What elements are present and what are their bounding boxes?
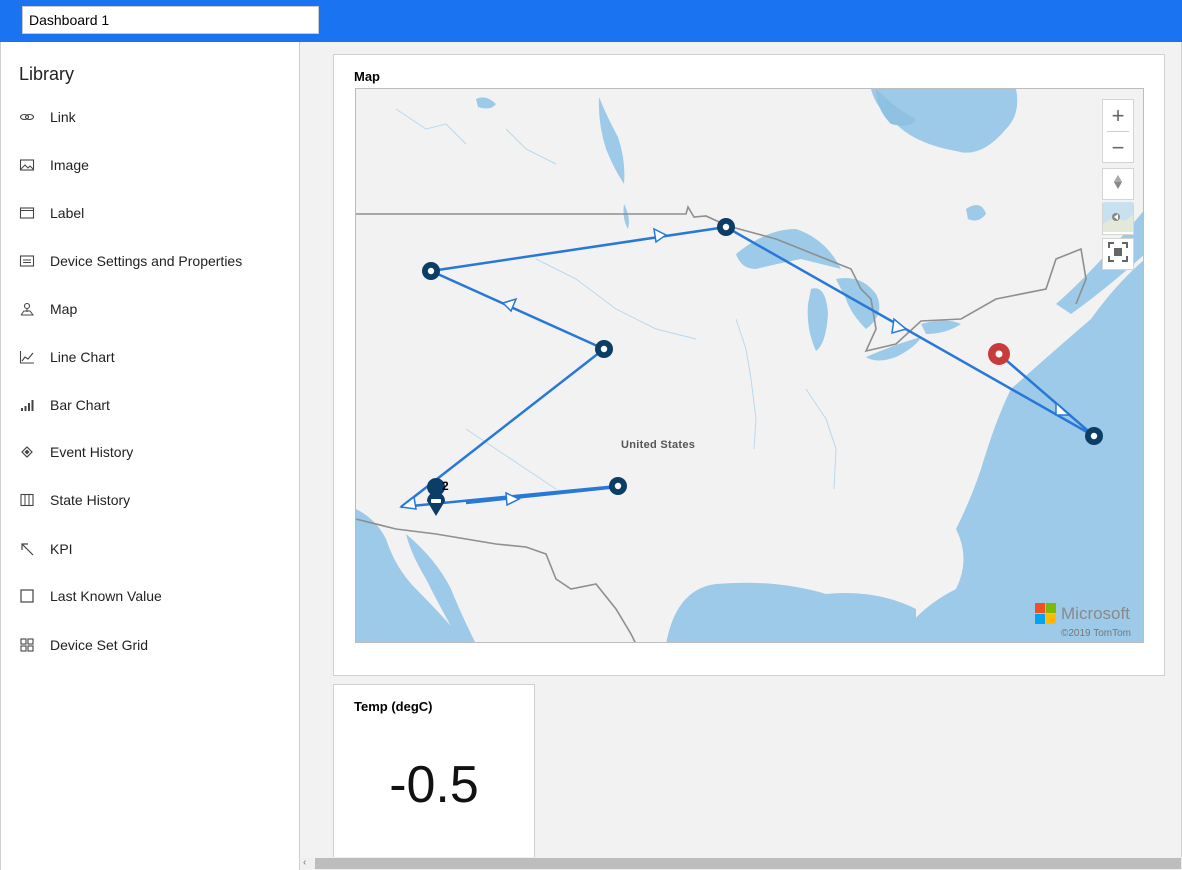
scroll-left-arrow[interactable]: ‹ [303, 857, 306, 868]
zoom-control: + − [1102, 99, 1134, 163]
library-item-label: Map [50, 301, 78, 317]
scroll-thumb[interactable] [315, 858, 1181, 869]
link-icon [19, 109, 35, 125]
library-item-kpi[interactable]: KPI [19, 537, 289, 561]
route-arrow [653, 227, 668, 244]
route-segment [725, 225, 1095, 438]
map-style-icon [1103, 201, 1133, 237]
image-icon [19, 157, 35, 173]
library-item-device-set-grid[interactable]: Device Set Grid [19, 633, 289, 657]
library-item-label: Image [50, 157, 89, 173]
map-view[interactable]: United States 2 + − Microsoft ©2019 TomT… [355, 88, 1144, 643]
device-settings-icon [19, 253, 35, 269]
library-item-state-history[interactable]: State History [19, 488, 289, 512]
zoom-out-button[interactable]: − [1103, 132, 1133, 163]
map-tile[interactable]: Map United States 2 + − Microsoft ©2019 … [333, 54, 1165, 676]
library-item-map[interactable]: Map [19, 297, 289, 321]
library-sidebar: Library Link Image Label Device Settings… [0, 42, 300, 870]
route-arrow [1055, 401, 1071, 416]
library-item-label: Link [50, 109, 76, 125]
library-item-label: Device Settings and Properties [50, 253, 243, 269]
library-item-link[interactable]: Link [19, 105, 289, 129]
compass-icon [1112, 174, 1124, 195]
library-item-label: Event History [50, 444, 134, 460]
fullscreen-button[interactable] [1102, 238, 1134, 270]
region-label: United States [621, 439, 696, 451]
library-item-last-known-value[interactable]: Last Known Value [19, 584, 289, 608]
route-segment [998, 353, 1095, 437]
top-bar [0, 0, 1182, 42]
library-item-label: Line Chart [50, 349, 115, 365]
square-icon [19, 588, 35, 604]
dashboard-name-input[interactable] [22, 6, 319, 34]
route-segment [430, 225, 727, 273]
horizontal-scrollbar[interactable]: ‹ [301, 857, 1182, 870]
library-item-line-chart[interactable]: Line Chart [19, 345, 289, 369]
zoom-in-button[interactable]: + [1103, 100, 1133, 131]
library-item-label: Last Known Value [50, 588, 162, 604]
bar-chart-icon [19, 397, 35, 413]
library-item-label: Device Set Grid [50, 637, 149, 653]
microsoft-brand-text: Microsoft [1061, 603, 1130, 623]
library-item-label: State History [50, 492, 131, 508]
map-copyright: ©2019 TomTom [1061, 628, 1131, 639]
route-segment [430, 269, 605, 351]
library-item-label: KPI [50, 541, 73, 557]
library-item-image[interactable]: Image [19, 153, 289, 177]
kpi-tile-title: Temp (degC) [354, 699, 433, 714]
map-tile-title: Map [354, 69, 380, 84]
last-known-value-tile[interactable]: Temp (degC) -0.5 [333, 684, 535, 860]
label-icon [19, 205, 35, 221]
library-item-label[interactable]: Label [19, 201, 289, 225]
compass-button[interactable] [1102, 168, 1134, 200]
event-history-icon [19, 444, 35, 460]
microsoft-logo: Microsoft [1035, 603, 1130, 624]
kpi-arrow-icon [19, 541, 35, 557]
line-chart-icon [19, 349, 35, 365]
fullscreen-icon [1108, 241, 1128, 267]
state-history-icon [19, 492, 35, 508]
route-arrow [399, 495, 417, 510]
library-item-bar-chart[interactable]: Bar Chart [19, 393, 289, 417]
route-arrow [891, 317, 908, 335]
map-style-button[interactable] [1102, 201, 1134, 237]
library-item-event-history[interactable]: Event History [19, 440, 289, 464]
library-title: Library [19, 64, 75, 84]
grid-icon [19, 637, 35, 653]
library-item-label: Bar Chart [50, 397, 110, 413]
route-segment [465, 485, 619, 505]
map-pin-icon [19, 301, 35, 317]
library-item-device-settings[interactable]: Device Settings and Properties [19, 249, 289, 273]
kpi-value: -0.5 [389, 756, 479, 814]
microsoft-logo-icon [1035, 603, 1056, 624]
library-item-label: Label [50, 205, 85, 221]
cluster-count: 2 [442, 479, 449, 493]
route-layer [399, 218, 1103, 516]
